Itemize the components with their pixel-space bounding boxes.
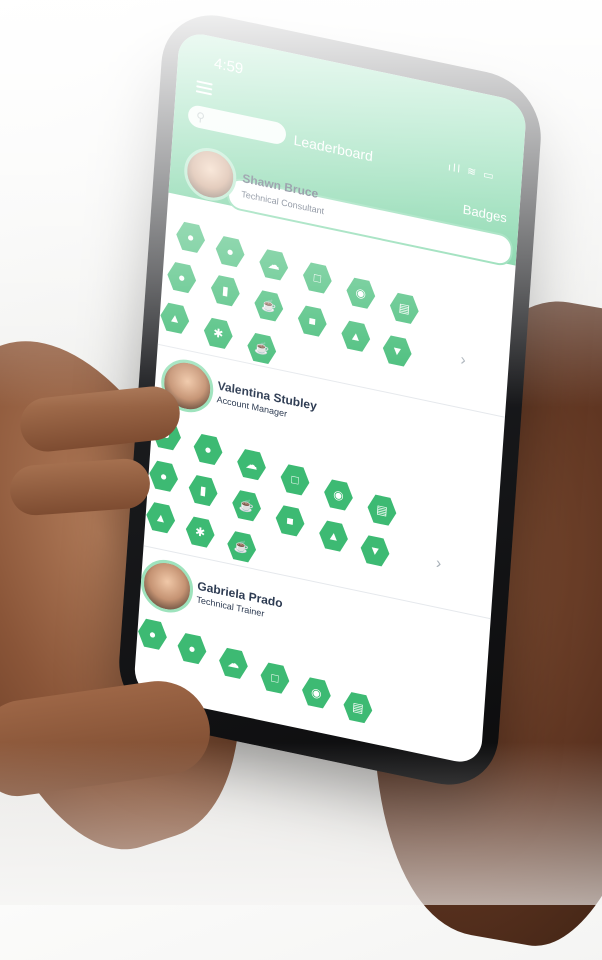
search-input[interactable]: ⚲	[187, 103, 287, 146]
search-icon: ⚲	[195, 109, 206, 125]
message-icon[interactable]: ■	[274, 503, 306, 539]
person-icon[interactable]: ●	[136, 616, 168, 652]
person-icon[interactable]: ●	[175, 219, 207, 255]
pin-icon[interactable]: ▲	[340, 318, 372, 354]
camera-icon[interactable]: ◉	[322, 477, 354, 513]
chat-icon[interactable]: □	[279, 462, 311, 498]
group-icon[interactable]: ●	[192, 432, 224, 468]
cocktail-icon[interactable]: ▼	[359, 533, 391, 569]
group-icon[interactable]: ●	[214, 234, 246, 270]
pyramid-icon[interactable]: ▲	[145, 500, 177, 536]
bottle-icon[interactable]: ▮	[209, 273, 241, 309]
group-icon[interactable]: ●	[176, 631, 208, 667]
phone-screen: 4:59 ⚲ Leaderboard ıll ≋ ▭ Badges Shawn …	[133, 29, 528, 767]
message-icon[interactable]: ■	[296, 303, 328, 339]
cloud-icon[interactable]: ☁	[217, 645, 249, 681]
pin-icon[interactable]: ▲	[318, 518, 350, 554]
camera-icon[interactable]: ◉	[345, 275, 377, 311]
person-icon[interactable]: ●	[148, 458, 180, 494]
cloud-icon[interactable]: ☁	[258, 247, 290, 283]
finger	[8, 457, 152, 517]
chevron-right-icon[interactable]: ›	[460, 351, 467, 370]
document-icon[interactable]: ▤	[388, 290, 420, 326]
sparkle-icon[interactable]: ✱	[202, 315, 234, 351]
smartphone: 4:59 ⚲ Leaderboard ıll ≋ ▭ Badges Shawn …	[115, 4, 545, 796]
camera-icon[interactable]: ◉	[300, 675, 332, 711]
cocktail-icon[interactable]: ▼	[381, 333, 413, 369]
coffee-icon[interactable]: ☕	[226, 529, 258, 565]
status-icons: ıll ≋ ▭	[447, 161, 496, 184]
hamburger-menu-icon[interactable]	[195, 77, 213, 98]
cup-icon[interactable]: ☕	[231, 488, 263, 524]
pyramid-icon[interactable]: ▲	[159, 300, 191, 336]
sparkle-icon[interactable]: ✱	[184, 514, 216, 550]
status-time: 4:59	[213, 54, 244, 78]
cloud-icon[interactable]: ☁	[236, 447, 268, 483]
cup-icon[interactable]: ☕	[253, 288, 285, 324]
document-icon[interactable]: ▤	[342, 690, 374, 726]
page-title: Leaderboard	[293, 131, 374, 165]
coffee-icon[interactable]: ☕	[246, 331, 278, 367]
chat-icon[interactable]: □	[259, 660, 291, 696]
person-icon[interactable]: ●	[166, 260, 198, 296]
badges-tab[interactable]: Badges	[462, 202, 507, 226]
chevron-right-icon[interactable]: ›	[435, 555, 442, 574]
chat-icon[interactable]: □	[301, 260, 333, 296]
avatar	[139, 555, 195, 618]
document-icon[interactable]: ▤	[366, 492, 398, 528]
bottle-icon[interactable]: ▮	[187, 473, 219, 509]
